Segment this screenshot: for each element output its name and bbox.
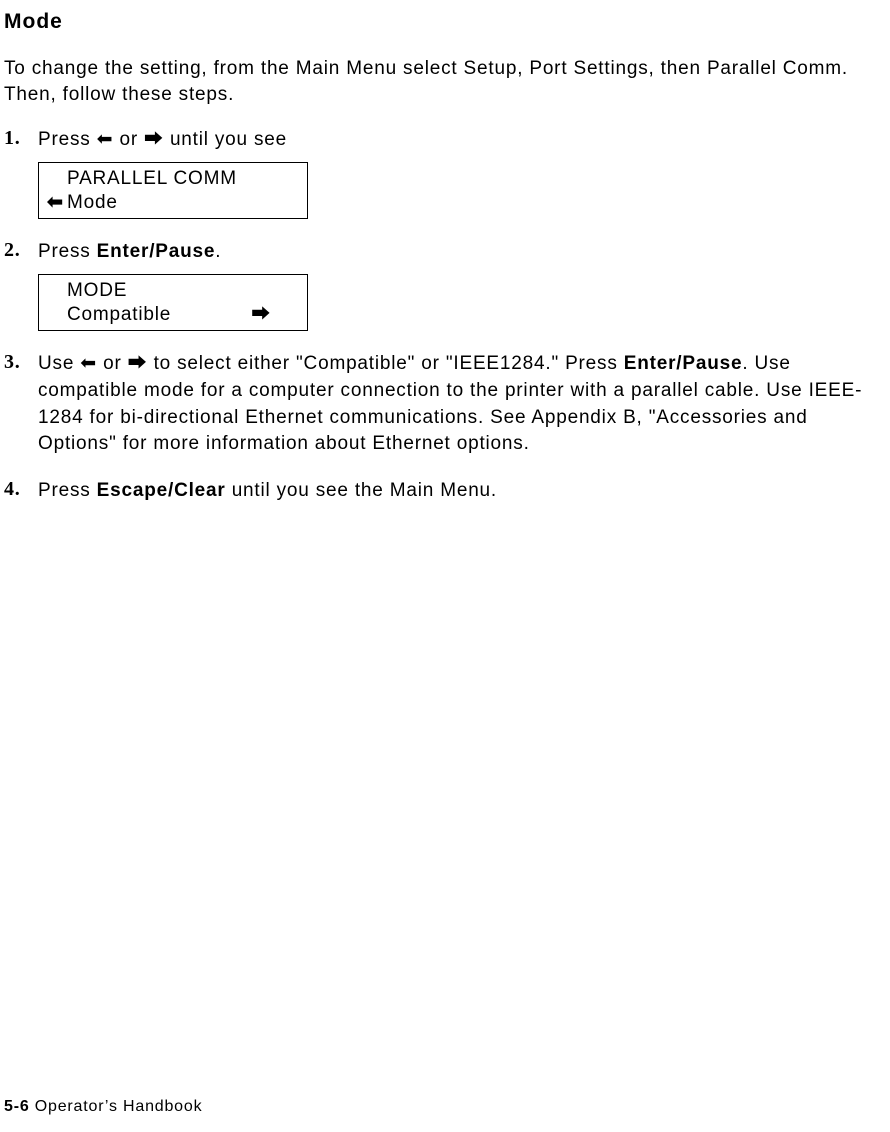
text-segment: Press — [38, 129, 97, 150]
step-3: 3. Use ⬅ or ⮕ to select either "Compatib… — [4, 351, 874, 457]
page-number: 5-6 — [4, 1098, 30, 1115]
text-segment: until you see the Main Menu. — [226, 480, 497, 501]
arrow-right-icon: ⮕ — [144, 129, 164, 150]
arrow-left-icon: ⬅ — [80, 353, 97, 374]
footer-title: Operator’s Handbook — [30, 1098, 203, 1115]
arrow-left-icon: ⬅ — [97, 129, 114, 150]
step-number: 4. — [4, 478, 38, 501]
step-text: Press ⬅ or ⮕ until you see — [38, 127, 874, 154]
bold-key: Escape/Clear — [97, 480, 226, 501]
bold-key: Enter/Pause — [624, 353, 743, 374]
display-line-1: MODE — [67, 279, 299, 303]
display-line-2: Compatible — [67, 303, 171, 327]
arrow-right-icon: ⮕ — [128, 353, 148, 374]
step-number: 1. — [4, 127, 38, 150]
text-segment: or — [97, 353, 128, 374]
display-line-2: Mode — [67, 191, 299, 215]
bold-key: Enter/Pause — [97, 241, 216, 262]
step-text: Use ⬅ or ⮕ to select either "Compatible"… — [38, 351, 874, 457]
text-segment: . — [215, 241, 221, 262]
text-segment: to select either "Compatible" or "IEEE12… — [147, 353, 623, 374]
display-left-arrow-icon: ⬅ — [47, 192, 67, 215]
steps-list: 1. Press ⬅ or ⮕ until you see ⬅ PARALLEL… — [4, 127, 874, 504]
text-segment: Use — [38, 353, 80, 374]
step-text: Press Escape/Clear until you see the Mai… — [38, 478, 874, 505]
text-segment: Press — [38, 241, 97, 262]
text-segment: or — [113, 129, 144, 150]
step-1: 1. Press ⬅ or ⮕ until you see ⬅ PARALLEL… — [4, 127, 874, 219]
page-footer: 5-6 Operator’s Handbook — [4, 1098, 202, 1116]
lcd-display: MODE Compatible ⮕ — [38, 274, 308, 332]
step-text: Press Enter/Pause. — [38, 239, 874, 266]
step-4: 4. Press Escape/Clear until you see the … — [4, 478, 874, 505]
step-number: 2. — [4, 239, 38, 262]
display-right-arrow-icon: ⮕ — [251, 303, 271, 327]
step-2: 2. Press Enter/Pause. MODE Compatible ⮕ — [4, 239, 874, 331]
step-number: 3. — [4, 351, 38, 374]
lcd-display: ⬅ PARALLEL COMM Mode — [38, 162, 308, 220]
display-line-1: PARALLEL COMM — [67, 167, 299, 191]
text-segment: Press — [38, 480, 97, 501]
text-segment: until you see — [164, 129, 287, 150]
section-heading: Mode — [4, 10, 874, 34]
intro-paragraph: To change the setting, from the Main Men… — [4, 56, 874, 107]
